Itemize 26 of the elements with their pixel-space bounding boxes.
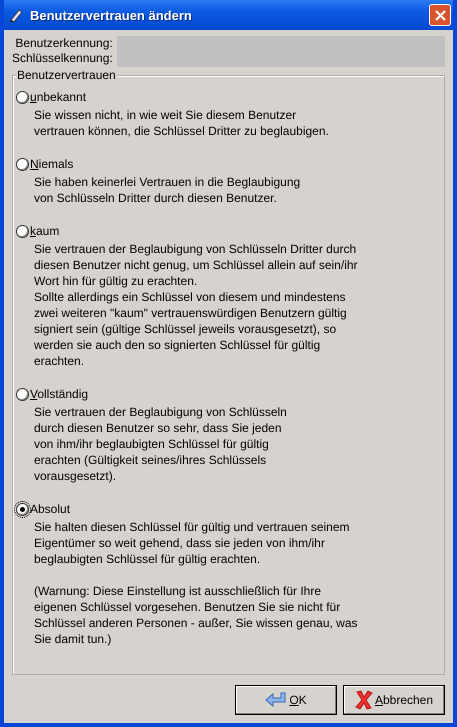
ok-button[interactable]: OK [235, 685, 337, 715]
option-description: Sie haben keinerlei Vertrauen in die Beglaubigung von Schlüsseln Dritter durch diesen Benutzer. [34, 174, 302, 206]
close-button[interactable] [429, 4, 451, 26]
option-description: Sie wissen nicht, in wie weit Sie diesem Benutzer vertrauen können, die Schlüssel Dritter zu beglaubigen. [34, 107, 330, 139]
close-icon [434, 10, 446, 20]
option-label[interactable]: Absolut [30, 502, 70, 516]
option-label[interactable]: Niemals [30, 157, 74, 171]
return-arrow-icon [265, 691, 288, 709]
option-label[interactable]: kaum [30, 224, 60, 238]
radio-button[interactable] [16, 388, 29, 400]
cross-icon [354, 690, 373, 710]
option-description: Sie halten diesen Schlüssel für gültig und vertrauen seinem Eigentümer so weit gehend, dass sie jeden von ihm/ihr beglaubigten Schlüssel für gültig erachten. [34, 519, 351, 567]
radio-button[interactable] [16, 502, 29, 516]
field-label: Benutzerkennung: [15, 36, 113, 51]
option-description: Sie vertrauen der Beglaubigung von Schlüsseln durch diesen Benutzer so sehr, dass Sie jeden von ihm/ihr beglaubigten Schlüssel für gültig erachten (Gültigkeit seines/ihres Schlüssels vorausgesetzt). [34, 404, 288, 484]
field-label: Schlüsselkennung: [12, 51, 113, 66]
option-label[interactable]: unbekannt [30, 90, 86, 104]
radio-button[interactable] [16, 224, 29, 238]
pen-icon [8, 7, 24, 23]
option-description: (Warnung: Diese Einstellung ist ausschließlich für Ihre eigenen Schlüssel vorgesehen. Benutzen Sie sie nicht für Schlüssel anderen Personen - außer, Sie wissen genau, was Sie damit tun.) [34, 583, 359, 647]
option-description: Sie vertrauen der Beglaubigung von Schlüsseln Dritter durch diesen Benutzer nicht genug, um Schlüssel allein auf sein/ihr Wort hin für gültig zu erachten. Sollte allerdings ein Schlüssel von diesem und mindestens zwei weiteren "kaum" vertrauenswürdigen Benutzern gültig signiert sein (gültige Schlüssel jeweils vorausgesetzt), so werden sie auch den so signierten Schlüssel für gültig erachten. [34, 241, 359, 369]
radio-button[interactable] [16, 158, 29, 170]
option-label[interactable]: Vollständig [30, 387, 88, 401]
cancel-button[interactable]: Abbrechen [343, 685, 445, 715]
radio-button[interactable] [16, 90, 29, 104]
window-title: Benutzervertrauen ändern [30, 8, 193, 22]
